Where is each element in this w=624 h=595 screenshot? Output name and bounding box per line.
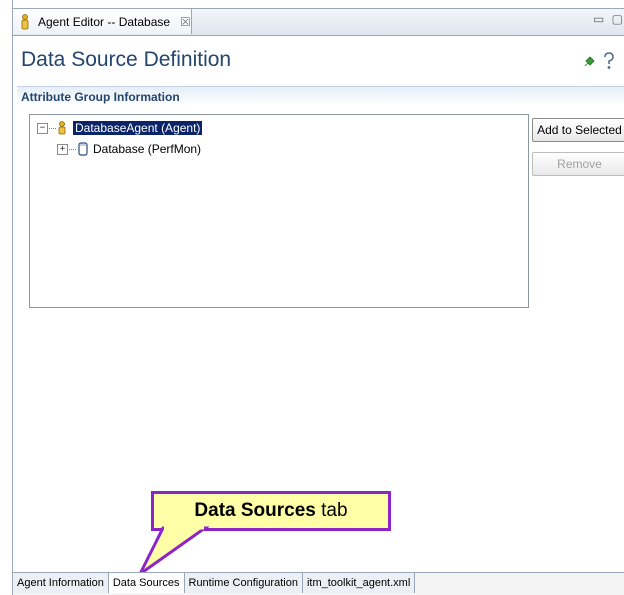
window-controls-icon[interactable]: ▭ ▢ <box>593 12 624 26</box>
tab-itm-toolkit-agent-xml[interactable]: itm_toolkit_agent.xml <box>302 573 416 593</box>
tab-agent-information[interactable]: Agent Information <box>13 573 109 593</box>
agent-icon <box>20 13 32 30</box>
datasource-icon <box>77 142 89 156</box>
add-to-selected-button[interactable]: Add to Selected <box>532 118 624 142</box>
agent-icon <box>57 121 69 135</box>
header-icons <box>583 52 615 75</box>
section-title: Attribute Group Information <box>17 86 624 106</box>
close-icon[interactable]: ☒ <box>180 15 191 29</box>
tree-node-database[interactable]: + Database (PerfMon) <box>57 141 201 157</box>
data-sources-callout: Data Sources tab <box>151 491 391 531</box>
help-icon[interactable] <box>603 52 615 75</box>
callout-text: tab <box>315 500 348 521</box>
page-title: Data Source Definition <box>21 48 232 71</box>
editor-page-tabs: Agent Information Data Sources Runtime C… <box>13 572 624 595</box>
editor-tab-bar: Agent Editor -- Database ☒ ▭ ▢ <box>13 8 624 36</box>
expand-icon[interactable]: + <box>57 143 68 155</box>
editor-tab-title: Agent Editor -- Database <box>38 14 171 29</box>
tree-node-label: DatabaseAgent (Agent) <box>73 121 203 135</box>
collapse-icon[interactable]: − <box>37 122 48 134</box>
tree-node-agent[interactable]: − DatabaseAgent (Agent) <box>37 120 203 136</box>
tab-data-sources[interactable]: Data Sources <box>108 573 185 593</box>
callout-bold-text: Data Sources <box>194 500 316 521</box>
pin-icon[interactable] <box>583 56 595 71</box>
editor-tab[interactable]: Agent Editor -- Database ☒ <box>13 9 192 34</box>
tree-node-label: Database (PerfMon) <box>93 142 202 156</box>
editor-frame: Agent Editor -- Database ☒ ▭ ▢ Data Sour… <box>12 0 624 595</box>
remove-button[interactable]: Remove <box>532 152 624 176</box>
attribute-group-tree[interactable]: − DatabaseAgent (Agent) + Database (Perf… <box>29 114 529 308</box>
tab-runtime-configuration[interactable]: Runtime Configuration <box>184 573 303 593</box>
